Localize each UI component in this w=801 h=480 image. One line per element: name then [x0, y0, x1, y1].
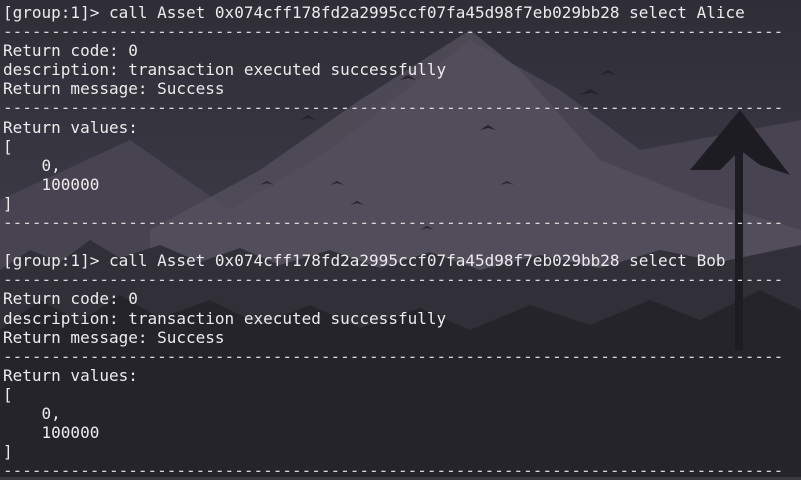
return-values-label: Return values: [3, 365, 138, 385]
separator-line: ----------------------------------------… [3, 461, 784, 480]
return-code: Return code: 0 [3, 289, 138, 309]
separator-line: ----------------------------------------… [3, 270, 784, 290]
terminal-output[interactable]: [group:1]> call Asset 0x074cff178fd2a299… [0, 0, 801, 480]
description-text: description: transaction executed succes… [3, 308, 447, 328]
return-values-label: Return values: [3, 117, 138, 137]
return-code: Return code: 0 [3, 41, 138, 61]
return-value: 100000 [3, 423, 100, 443]
return-value: 0, [3, 155, 61, 175]
open-bracket: [ [3, 384, 13, 404]
command-prompt[interactable]: [group:1]> call Asset 0x074cff178fd2a299… [3, 251, 801, 270]
separator-line: ----------------------------------------… [3, 98, 784, 118]
return-value: 0, [3, 403, 61, 423]
return-message: Return message: Success [3, 79, 225, 99]
separator-line: ----------------------------------------… [3, 213, 784, 233]
command-prompt[interactable]: [group:1]> call Asset 0x074cff178fd2a299… [3, 3, 801, 22]
close-bracket: ] [3, 193, 13, 213]
return-message: Return message: Success [3, 327, 225, 347]
return-value: 100000 [3, 174, 100, 194]
close-bracket: ] [3, 442, 13, 462]
separator-line: ----------------------------------------… [3, 22, 784, 42]
open-bracket: [ [3, 136, 13, 156]
description-text: description: transaction executed succes… [3, 60, 447, 80]
separator-line: ----------------------------------------… [3, 346, 784, 366]
